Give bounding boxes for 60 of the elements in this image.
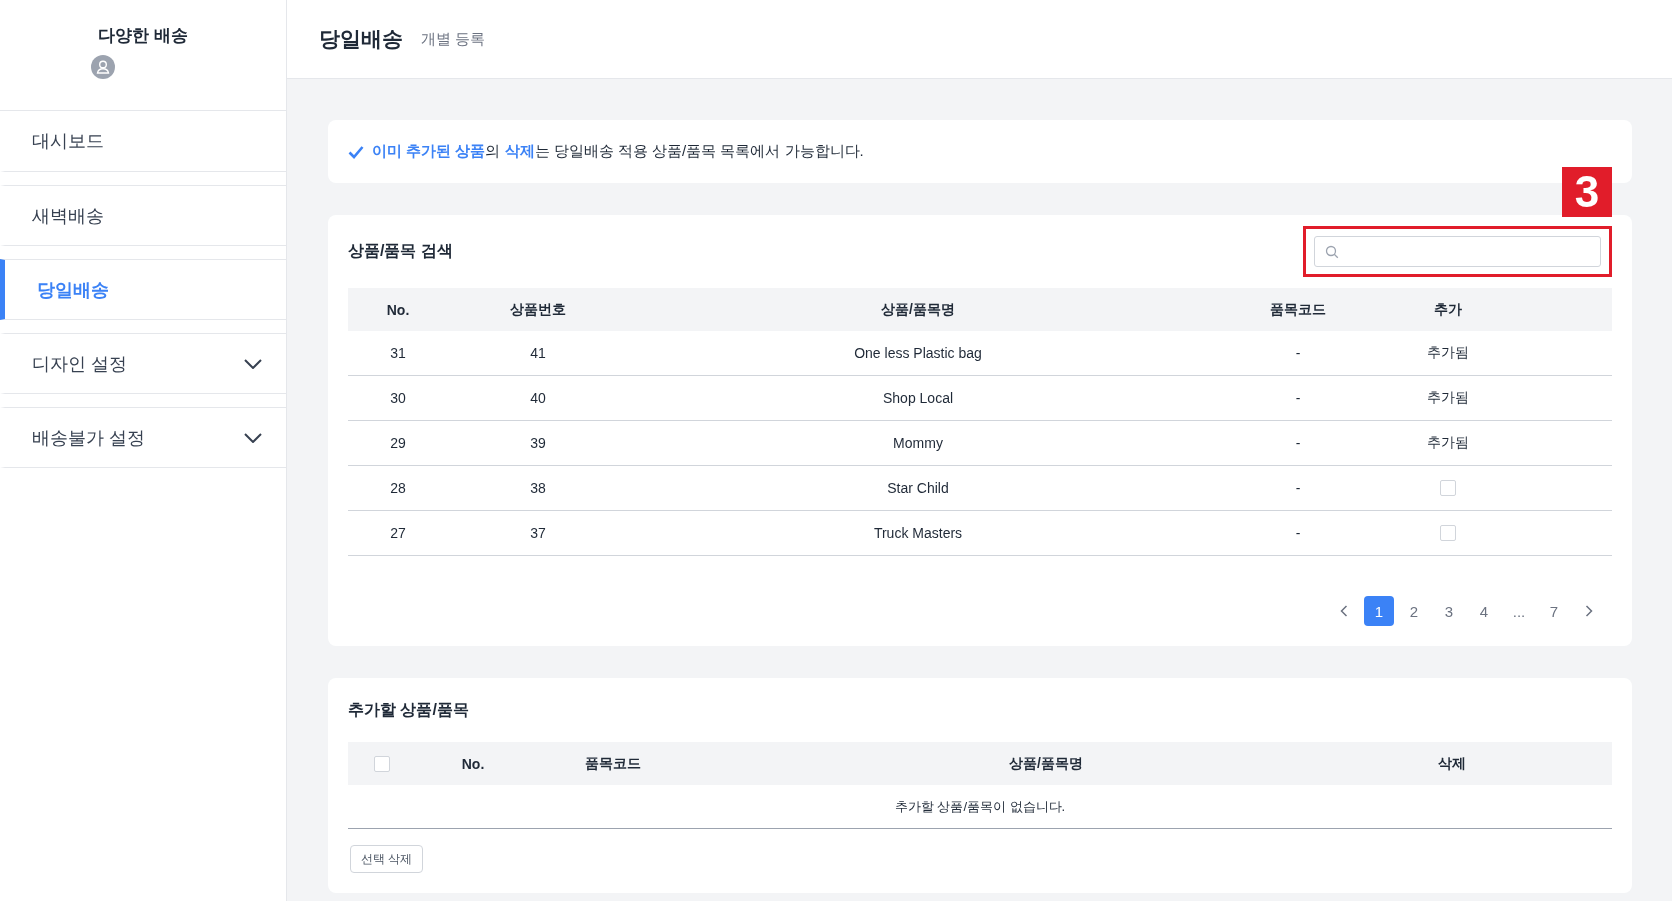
added-status: 추가됨 [1427,434,1469,452]
page-button[interactable]: 2 [1399,596,1429,626]
table-cell: 28 [390,480,406,496]
table-cell: - [1295,435,1301,451]
table-cell: - [1295,345,1301,361]
table-cell: - [1295,480,1301,496]
column-header: 추가 [1434,300,1462,319]
table-cell: 30 [390,390,406,406]
page-button[interactable]: 7 [1539,596,1569,626]
sidebar-item[interactable]: 당일배송 [0,259,286,320]
page-button[interactable]: 1 [1364,596,1394,626]
chevron-down-icon [244,432,262,443]
delete-selected-button[interactable]: 선택 삭제 [350,845,424,873]
table-cell: 39 [530,435,546,451]
column-header: No. [461,755,485,772]
table-cell: - [1295,525,1301,541]
column-header: 삭제 [1438,754,1466,773]
table-cell: 27 [390,525,406,541]
page-button[interactable]: ... [1504,596,1534,626]
search-icon [1325,244,1339,259]
page-title: 당일배송 [319,26,403,52]
table-cell: 37 [530,525,546,541]
table-cell: One less Plastic bag [854,345,982,361]
page-button[interactable]: 4 [1469,596,1499,626]
table-cell: 38 [530,480,546,496]
table-cell: Shop Local [882,390,954,406]
page-subtitle: 개별 등록 [421,29,486,49]
checkbox[interactable] [374,755,390,772]
added-status: 추가됨 [1427,344,1469,362]
chevron-down-icon [244,358,262,369]
column-header: 품목코드 [1270,300,1326,319]
page-button[interactable]: 3 [1434,596,1464,626]
brand-title: 다양한 배송 [98,25,188,47]
table-cell: Star Child [887,480,949,496]
checkbox[interactable] [1440,480,1456,496]
table-cell: 41 [530,345,546,361]
annotation-badge: 3 [1562,167,1612,217]
table-cell: 31 [390,345,406,361]
sidebar-item[interactable]: 디자인 설정 [0,333,286,394]
column-header: 상품/품목명 [1009,754,1083,773]
table-cell: 29 [390,435,406,451]
checkbox[interactable] [1440,525,1456,541]
column-header: 품목코드 [585,754,641,773]
panel-title: 상품/품목 검색 [348,241,453,261]
table-cell: Mommy [893,435,943,451]
column-header: 상품/품목명 [881,300,955,319]
search-field[interactable] [1314,236,1601,267]
column-header: 상품번호 [510,300,566,319]
empty-message: 추가할 상품/품목이 없습니다. [894,797,1066,816]
panel-title: 추가할 상품/품목 [348,699,469,720]
table-cell: - [1295,390,1301,406]
column-header: No. [386,301,410,318]
notice-text: 이미 추가된 상품의 삭제는 당일배송 적용 상품/품목 목록에서 가능합니다. [372,142,864,161]
added-status: 추가됨 [1427,389,1469,407]
table-cell: Truck Masters [873,525,963,541]
user-avatar-icon[interactable] [91,55,115,79]
sidebar-item[interactable]: 새벽배송 [0,185,286,246]
check-icon [348,144,364,159]
sidebar-item[interactable]: 배송불가 설정 [0,407,286,468]
table-cell: 40 [530,390,546,406]
